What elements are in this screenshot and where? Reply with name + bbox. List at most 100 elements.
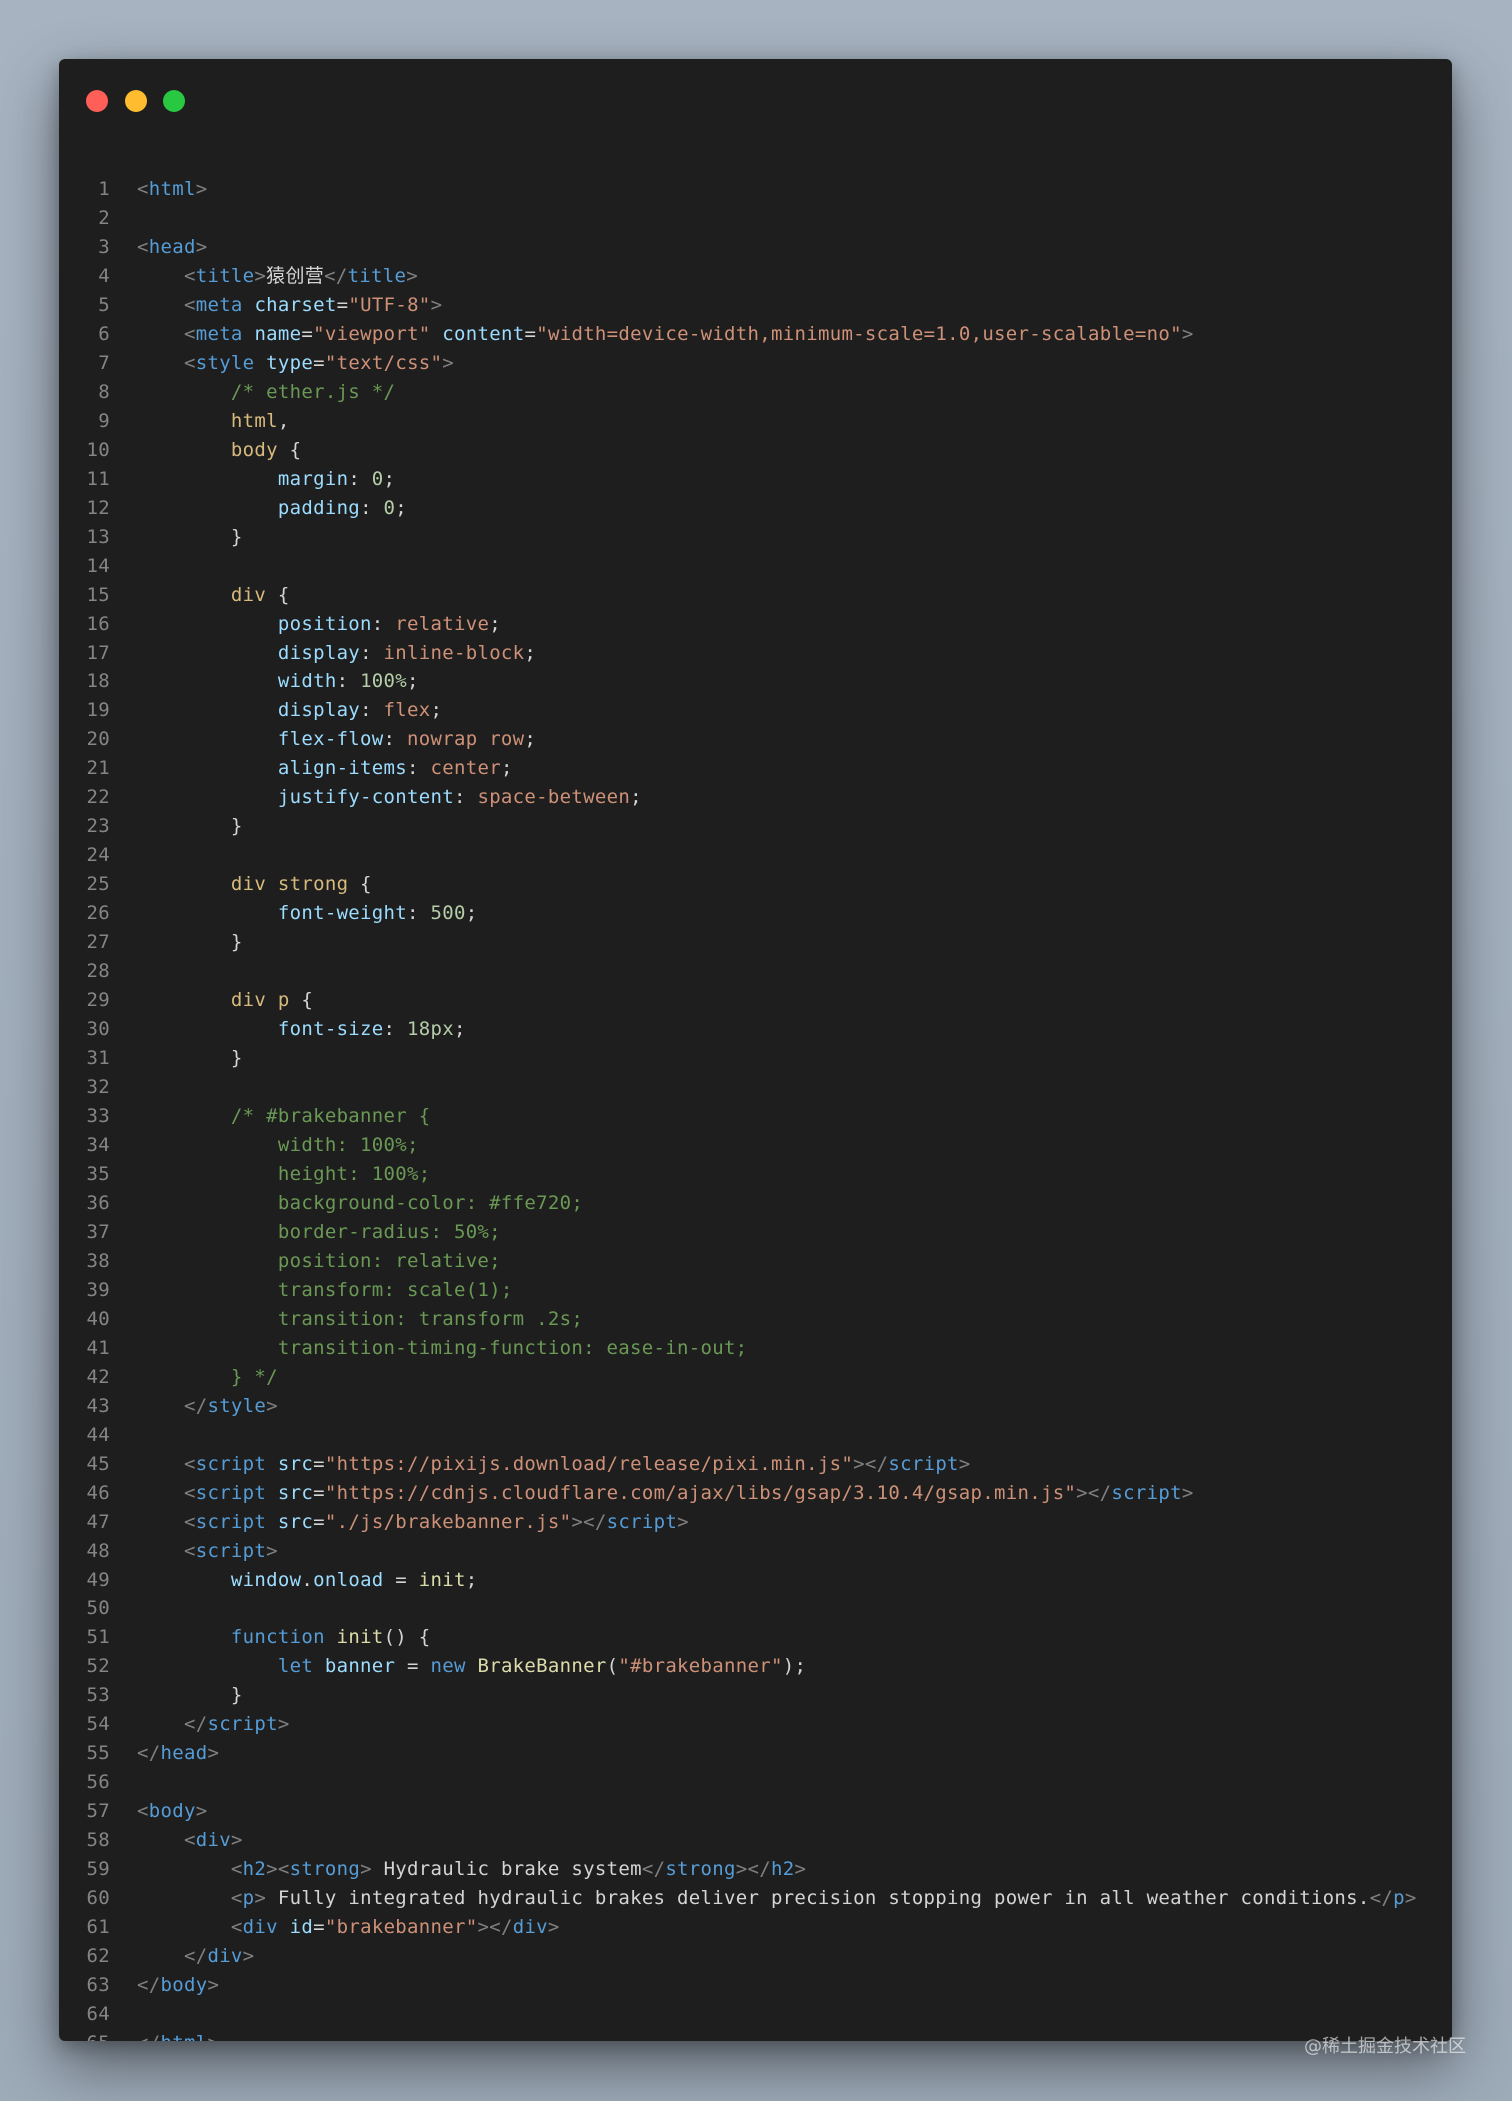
line-number: 47 [86,1510,110,1533]
code-token: new [430,1655,466,1678]
line-content: <h2><strong> Hydraulic brake system</str… [137,1855,806,1884]
code-token: } */ [137,1365,278,1388]
line-number: 26 [86,902,110,925]
line-content: } */ [137,1363,278,1392]
line-number: 59 [86,1858,110,1881]
line-number: 38 [86,1249,110,1272]
code-token: < [137,235,149,258]
line-number: 44 [86,1423,110,1446]
line-number: 31 [86,1047,110,1070]
code-line: 57 <body> [59,1797,1452,1826]
code-token: h2 [770,1858,795,1881]
line-number: 55 [86,1742,110,1765]
line-number: 17 [86,641,110,664]
line-content: <script src="./js/brakebanner.js"></scri… [137,1508,689,1537]
code-line: 60 <p> Fully integrated hydraulic brakes… [59,1884,1452,1913]
code-token: 18px [407,1018,454,1041]
line-number: 40 [86,1307,110,1330]
code-token: < [137,1800,149,1823]
line-number: 57 [86,1800,110,1823]
code-line: 34 width: 100%; [59,1131,1452,1160]
code-token: : [453,786,478,809]
code-token: 0 [383,496,396,519]
code-token: body [148,1800,196,1823]
code-token: ; [453,1018,466,1041]
code-line: 24 [59,841,1452,870]
code-token: div [207,1945,243,1968]
code-token: body [230,438,278,461]
code-token: > [442,351,455,374]
code-token: } [137,1684,243,1707]
line-content: <meta name="viewport" content="width=dev… [137,320,1194,349]
code-token: </ [183,1394,208,1417]
code-token: 100% [360,670,408,693]
code-line: 55 </head> [59,1739,1452,1768]
code-token: > [266,1394,278,1417]
code-line: 11 margin: 0; [59,465,1452,494]
minimize-light[interactable] [125,90,147,112]
line-number: 48 [86,1539,110,1562]
code-token: banner [324,1655,396,1678]
code-line: 25 div strong { [59,870,1452,899]
code-token: div p [230,989,290,1012]
line-number: 28 [86,960,110,983]
code-line: 6 <meta name="viewport" content="width=d… [59,320,1452,349]
code-token: "UTF-8" [348,293,431,316]
code-token: h2 [242,1858,267,1881]
code-token: div [242,1916,278,1939]
line-content: div { [137,581,290,610]
code-token: /* #brakebanner { [230,1105,431,1127]
code-line: 37 border-radius: 50%; [59,1218,1452,1247]
code-token: < [230,1858,243,1881]
line-number: 42 [86,1365,110,1388]
line-content: <p> Fully integrated hydraulic brakes de… [137,1884,1417,1913]
code-line: 28 [59,957,1452,986]
code-token: script [195,1510,267,1533]
code-token: ; [524,728,537,751]
code-token: ; [395,496,408,519]
code-token: ; [500,757,513,780]
line-content: <head> [137,233,207,262]
code-line: 45 <script src="https://pixijs.download/… [59,1450,1452,1479]
code-token: strong [289,1858,361,1881]
code-token: p [242,1887,255,1910]
code-line: 32 [59,1073,1452,1102]
line-content: padding: 0; [137,494,407,523]
close-light[interactable] [86,90,108,112]
line-number: 19 [86,699,110,722]
line-number: 65 [59,2029,110,2041]
line-content: } [137,928,243,957]
line-number: 37 [86,1220,110,1243]
line-content: <title>猿创营</title> [137,262,418,291]
code-token: = [313,351,325,374]
code-token: </ [137,2032,160,2041]
code-token: transition: transform .2s; [137,1307,584,1330]
line-number: 56 [86,1771,110,1794]
maximize-light[interactable] [163,90,185,112]
code-token: "#brakebanner" [618,1655,783,1678]
code-token: } [137,525,243,548]
line-number: 32 [86,1076,110,1099]
code-token: head [160,1742,208,1765]
line-number: 29 [86,989,110,1012]
code-token: div [512,1916,548,1939]
line-number: 61 [86,1916,110,1939]
code-token: script [888,1452,959,1475]
code-token: 猿创营 [266,264,325,287]
code-token: title [195,264,255,287]
code-token: "./js/brakebanner.js" [324,1510,572,1533]
